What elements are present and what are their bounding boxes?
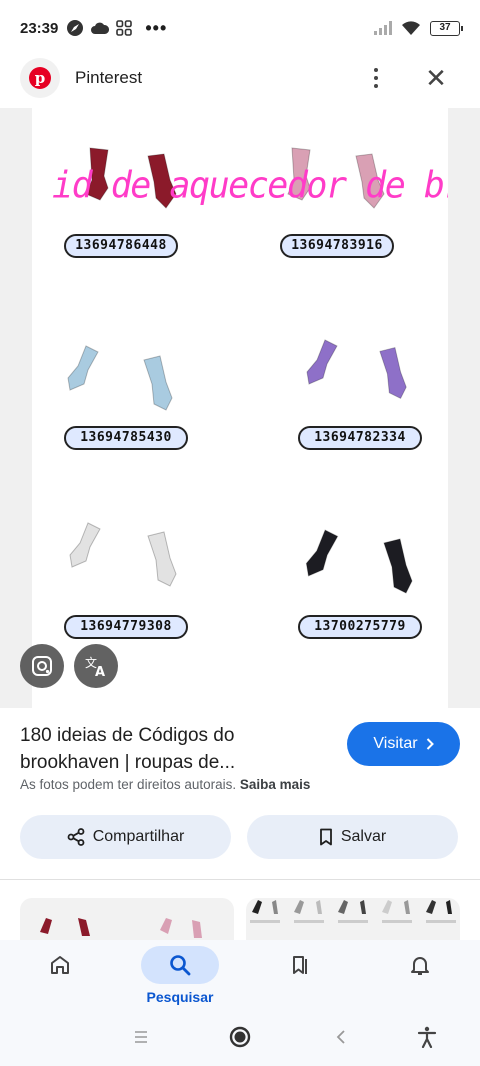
nav-search[interactable]: Pesquisar xyxy=(140,940,220,1008)
svg-text:A: A xyxy=(95,665,105,678)
item-code: 13694779308 xyxy=(64,615,188,639)
accessibility-icon[interactable] xyxy=(414,1024,440,1050)
close-icon[interactable]: ✕ xyxy=(423,65,449,91)
share-label: Compartilhar xyxy=(92,828,185,845)
pinterest-logo-letter: p xyxy=(29,67,51,89)
cloud-icon xyxy=(91,22,110,34)
sock-image xyxy=(305,529,339,577)
notifications-icon xyxy=(411,957,429,975)
sock-shape xyxy=(305,529,339,577)
nav-notifications[interactable] xyxy=(380,940,460,1008)
compass-icon xyxy=(67,20,84,36)
related-result-thumbnail[interactable] xyxy=(246,898,460,940)
sock-image xyxy=(67,345,99,391)
sock-image xyxy=(143,355,173,411)
status-time: 23:39 xyxy=(20,19,59,37)
visit-label: Visitar xyxy=(373,735,418,752)
sock-shape xyxy=(306,339,338,385)
item-code: 13694782334 xyxy=(298,426,422,450)
sock-image xyxy=(147,531,177,587)
translate-button[interactable]: 文A xyxy=(74,644,118,688)
back-icon[interactable] xyxy=(328,1024,354,1050)
more-options-icon[interactable] xyxy=(364,63,388,93)
result-title[interactable]: 180 ideias de Códigos do brookhaven | ro… xyxy=(20,722,330,776)
sock-image xyxy=(306,339,338,385)
item-code: 13700275779 xyxy=(298,615,422,639)
status-bar: 23:39 ••• 37 xyxy=(0,0,480,56)
copyright-notice: As fotos podem ter direitos autorais. Sa… xyxy=(20,777,310,792)
sock-shape xyxy=(143,355,173,411)
signal-icon xyxy=(374,21,392,35)
sock-shape xyxy=(69,522,101,568)
image-viewer[interactable]: id de aquecedor de braço 13694786448 136… xyxy=(0,108,480,708)
source-header: p Pinterest ✕ xyxy=(0,56,480,100)
wifi-icon xyxy=(402,21,420,35)
bottom-navigation: Pesquisar xyxy=(0,940,480,1008)
sock-shape xyxy=(67,345,99,391)
result-image[interactable]: id de aquecedor de braço 13694786448 136… xyxy=(32,108,448,708)
lens-button[interactable] xyxy=(20,644,64,688)
google-lens-icon xyxy=(32,656,52,676)
nav-home[interactable] xyxy=(20,940,100,1008)
sock-thumbnail xyxy=(40,918,202,938)
related-result-thumbnail[interactable] xyxy=(20,898,234,940)
pinterest-logo: p xyxy=(20,58,60,98)
system-navigation-bar xyxy=(0,1008,480,1066)
share-button[interactable]: Compartilhar xyxy=(20,815,231,859)
item-code: 13694786448 xyxy=(64,234,178,258)
nav-collections[interactable] xyxy=(260,940,340,1008)
divider xyxy=(0,879,480,880)
search-icon xyxy=(170,955,191,976)
collections-icon xyxy=(293,956,307,974)
battery-indicator: 37 xyxy=(430,20,463,36)
sock-shape xyxy=(147,531,177,587)
save-label: Salvar xyxy=(340,828,387,845)
chevron-right-icon xyxy=(426,738,434,750)
sock-grid-thumbnail xyxy=(250,900,456,923)
learn-more-link[interactable]: Saiba mais xyxy=(240,777,311,792)
more-notifications-icon: ••• xyxy=(145,17,168,38)
visit-button[interactable]: Visitar xyxy=(347,722,460,766)
recents-icon[interactable] xyxy=(128,1024,154,1050)
image-overlay-title: id de aquecedor de braço xyxy=(52,165,448,207)
sock-image xyxy=(69,522,101,568)
sock-image xyxy=(379,347,407,400)
copyright-text: As fotos podem ter direitos autorais. xyxy=(20,777,237,792)
home-button-icon[interactable] xyxy=(227,1024,253,1050)
apps-icon xyxy=(116,20,133,36)
home-icon xyxy=(51,956,69,974)
sock-shape xyxy=(379,347,407,400)
site-name: Pinterest xyxy=(75,68,143,87)
nav-search-label: Pesquisar xyxy=(146,989,214,1005)
save-button[interactable]: Salvar xyxy=(247,815,458,859)
share-icon xyxy=(67,828,85,846)
bookmark-icon xyxy=(319,828,332,846)
item-code: 13694783916 xyxy=(280,234,394,258)
translate-icon: 文A xyxy=(85,655,105,678)
item-code: 13694785430 xyxy=(64,426,188,450)
sock-shape xyxy=(383,538,413,594)
sock-image xyxy=(383,538,413,594)
